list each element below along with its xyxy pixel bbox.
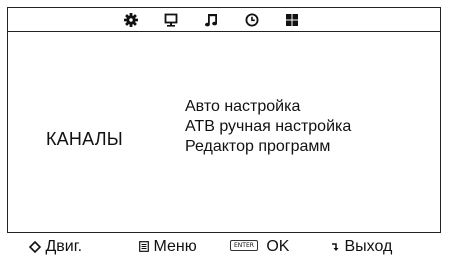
music-note-icon[interactable] (203, 12, 219, 28)
dpad-icon (28, 240, 42, 253)
move-hint-label: Двиг. (45, 238, 83, 255)
clock-icon[interactable] (244, 12, 260, 28)
key-hint-bar: Двиг. Меню ENTER OK Выход (0, 237, 451, 257)
exit-hint-label: Выход (344, 238, 393, 255)
ok-hint: ENTER OK (230, 237, 289, 257)
move-hint: Двиг. (28, 237, 83, 257)
ok-hint-label: OK (266, 238, 290, 255)
channel-settings-list: Авто настройка АТВ ручная настройка Реда… (185, 97, 351, 157)
exit-hint: Выход (330, 237, 392, 257)
enter-key-icon: ENTER (230, 240, 258, 252)
category-title: КАНАЛЫ (46, 129, 123, 149)
return-icon (332, 243, 339, 251)
menu-item-program-editor[interactable]: Редактор программ (185, 137, 351, 157)
gear-icon[interactable] (123, 12, 139, 28)
menu-item-atv-manual-tuning[interactable]: АТВ ручная настройка (185, 117, 351, 137)
grid-icon[interactable] (284, 12, 300, 28)
menu-hint: Меню (139, 237, 197, 257)
category-tab-bar (8, 8, 440, 32)
monitor-icon[interactable] (163, 12, 179, 28)
menu-item-auto-tuning[interactable]: Авто настройка (185, 97, 351, 117)
channels-menu-panel: КАНАЛЫ Авто настройка АТВ ручная настрой… (7, 7, 441, 233)
menu-icon (139, 241, 149, 253)
menu-hint-label: Меню (153, 238, 197, 255)
